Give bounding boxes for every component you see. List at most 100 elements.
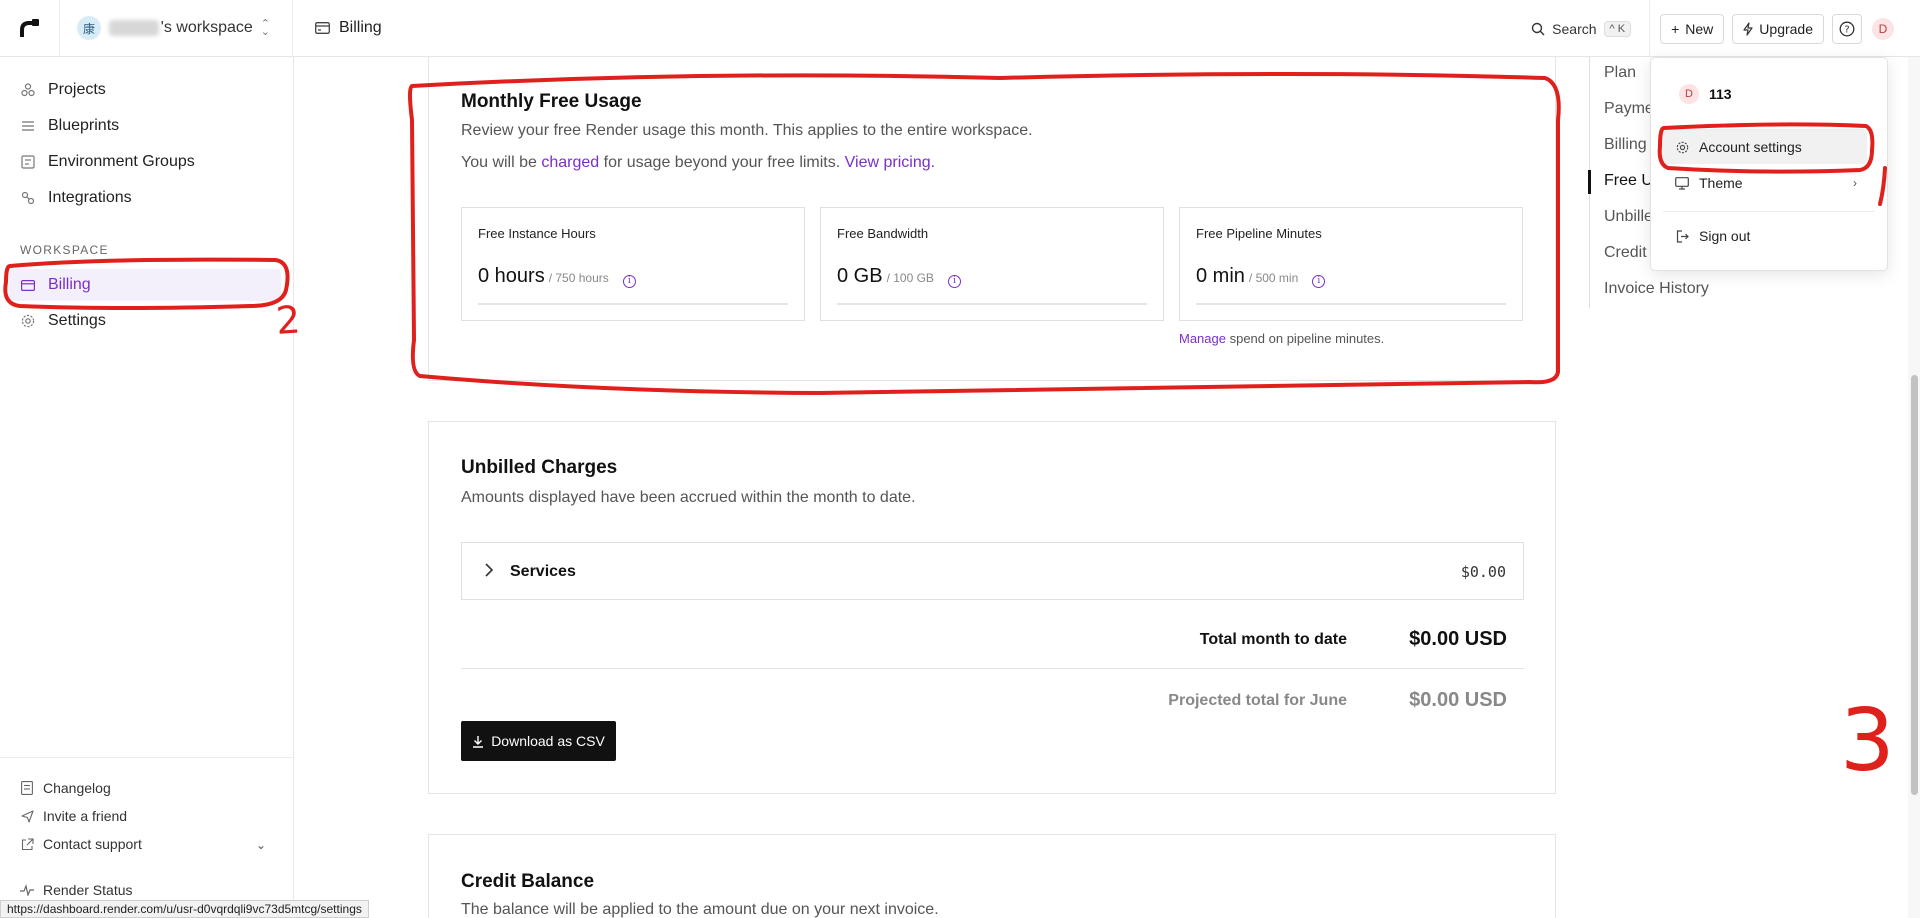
redacted-name [108,20,159,36]
metric-limit: / 100 GB [886,271,934,285]
metric-bandwidth: Free Bandwidth 0 GB / 100 GB i [820,207,1164,321]
app-root: 康 's workspace ⌃ ⌄ Billing Search ^ K + … [0,0,1920,918]
free-usage-description: Review your free Render usage this month… [461,122,1033,139]
account-settings-menu-item[interactable]: Account settings [1661,130,1867,164]
download-csv-button[interactable]: Download as CSV [461,721,616,761]
footer-label: Contact support [43,836,142,852]
top-right-actions: Search ^ K + New Upgrade ? D [1531,0,1920,57]
main-scrollbar[interactable] [1908,57,1920,918]
page-nav-credit[interactable]: Credit [1604,244,1647,262]
usage-progress-bar [1196,303,1506,305]
workspace-switcher[interactable]: 康 's workspace ⌃ ⌄ [60,0,293,57]
download-icon [473,735,484,748]
metric-label: Free Bandwidth [837,226,929,241]
user-avatar[interactable]: D [1872,17,1894,40]
info-icon[interactable]: i [622,274,636,288]
external-link-icon [20,837,34,851]
dropdown-avatar: D [1679,84,1699,104]
sidebar-item-label: Integrations [48,189,132,206]
render-logo-icon [19,19,39,37]
scrollbar-thumb[interactable] [1911,375,1918,795]
projects-icon [20,83,36,97]
page-nav-unbilled[interactable]: Unbille [1604,208,1653,226]
sidebar-footer-changelog[interactable]: Changelog [20,780,111,796]
sign-out-menu-item[interactable]: Sign out [1661,219,1867,253]
free-usage-charge-note: You will be charged for usage beyond you… [461,154,935,172]
gear-icon [1675,141,1689,154]
view-pricing-link[interactable]: View pricing [845,154,931,171]
manage-spend-note: Manage spend on pipeline minutes. [1179,331,1384,346]
page-nav-billing[interactable]: Billing [1604,136,1647,154]
dropdown-user: D 113 [1679,84,1732,104]
workspace-name: 's workspace [160,19,253,36]
chevron-down-icon[interactable]: ⌄ [256,838,266,852]
page-nav-invoice-history[interactable]: Invoice History [1604,280,1709,298]
section-label-workspace: WORKSPACE [20,243,109,257]
sidebar-item-label: Projects [48,81,106,98]
sign-out-icon [1675,229,1689,243]
info-icon[interactable]: i [947,274,961,288]
theme-menu-item[interactable]: Theme › [1661,166,1867,200]
search-button[interactable]: Search ^ K [1531,20,1632,37]
metric-value: 0 GB [837,265,883,287]
page-nav-active-indicator [1588,170,1591,194]
projected-total-value: $0.00 USD [1409,689,1507,711]
usage-progress-bar [478,303,788,305]
manage-note-text: spend on pipeline minutes. [1225,331,1385,346]
sidebar-item-settings[interactable]: Settings [9,305,281,337]
page-nav-plan[interactable]: Plan [1604,64,1636,82]
sidebar-item-label: Settings [48,312,106,329]
metric-limit: / 500 min [1248,271,1299,285]
sidebar-item-label: Environment Groups [48,153,195,170]
metric-value-row: 0 min / 500 min i [1196,265,1326,288]
page-nav-free-usage[interactable]: Free U [1604,172,1653,190]
render-logo[interactable] [0,0,60,57]
blueprints-icon [20,120,36,132]
sidebar-footer-invite[interactable]: Invite a friend [20,808,127,824]
metric-value: 0 hours [478,265,545,287]
menu-item-label: Theme [1699,175,1743,191]
divider [1663,211,1875,212]
sidebar-item-integrations[interactable]: Integrations [9,182,281,214]
metric-instance-hours: Free Instance Hours 0 hours / 750 hours … [461,207,805,321]
sidebar: Projects Blueprints Environment Groups I… [0,57,294,918]
upgrade-button[interactable]: Upgrade [1732,13,1824,44]
info-icon[interactable]: i [1312,274,1326,288]
metric-value-row: 0 hours / 750 hours i [478,265,636,288]
new-button[interactable]: + New [1660,13,1725,44]
total-month-value: $0.00 USD [1409,628,1507,650]
svg-text:?: ? [1844,24,1849,35]
metric-limit: / 750 hours [548,271,609,285]
top-bar: 康 's workspace ⌃ ⌄ Billing Search ^ K + … [0,0,1920,57]
page-title: Billing [339,19,382,36]
menu-item-label: Account settings [1699,139,1802,155]
footer-label: Invite a friend [43,808,128,824]
charge-note-period: . [930,154,936,171]
metric-value-row: 0 GB / 100 GB i [837,265,961,288]
metric-pipeline-minutes: Free Pipeline Minutes 0 min / 500 min i [1179,207,1523,321]
footer-label: Changelog [43,780,111,796]
plus-icon: + [1671,20,1680,37]
charged-link[interactable]: charged [541,154,599,171]
page-nav-payment[interactable]: Payme [1604,100,1654,118]
sidebar-item-projects[interactable]: Projects [9,74,281,106]
pulse-icon [20,884,34,896]
sidebar-footer-contact-support[interactable]: Contact support [20,836,142,852]
help-button[interactable]: ? [1832,13,1862,44]
sidebar-item-environment-groups[interactable]: Environment Groups [9,146,281,178]
footer-label: Render Status [43,882,133,898]
charge-note-text: You will be [461,154,542,171]
credit-description: The balance will be applied to the amoun… [461,901,939,918]
chevron-right-icon [485,563,494,577]
manage-link[interactable]: Manage [1179,331,1226,346]
services-label: Services [510,563,576,580]
billing-icon [20,279,36,291]
workspace-avatar: 康 [77,16,101,40]
search-icon [1531,22,1545,35]
dropdown-username: 113 [1709,86,1732,102]
sidebar-item-blueprints[interactable]: Blueprints [9,110,281,142]
metric-label: Free Pipeline Minutes [1196,226,1322,241]
services-row[interactable]: Services $0.00 [461,542,1524,600]
sidebar-footer-render-status[interactable]: Render Status [20,882,133,898]
sidebar-item-billing[interactable]: Billing [9,269,281,301]
